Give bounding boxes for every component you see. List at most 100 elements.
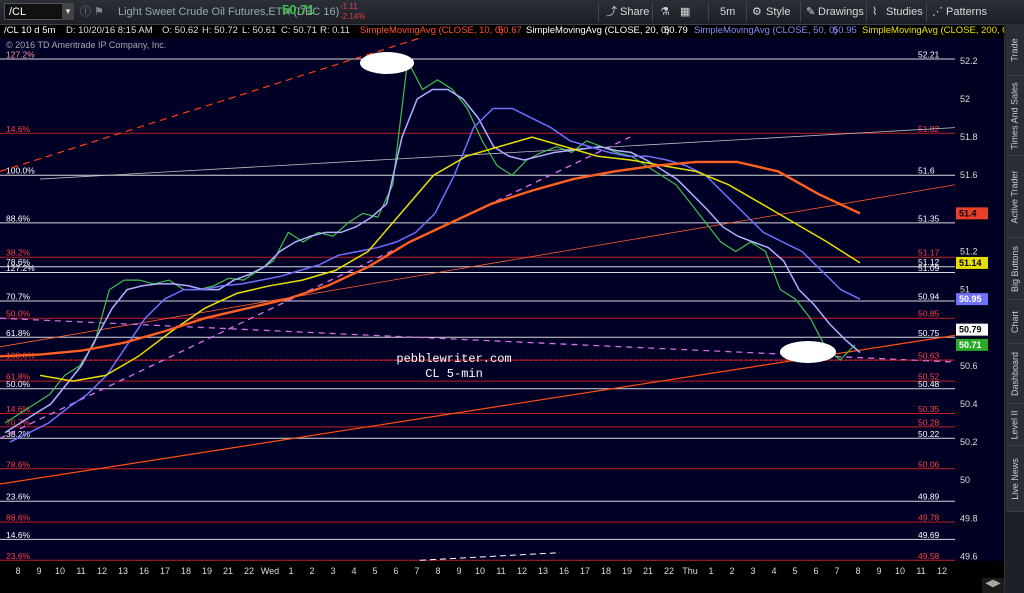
sma50-label[interactable]: SimpleMovingAvg (CLOSE, 50, 0) bbox=[694, 25, 837, 36]
fib-price-label: 49.89 bbox=[918, 492, 940, 502]
timeframe-button[interactable]: 5m bbox=[720, 4, 735, 20]
fib-price-label: 50.75 bbox=[918, 328, 940, 338]
time-axis-label: 16 bbox=[139, 566, 149, 576]
price-axis-label: 50.6 bbox=[960, 361, 978, 371]
price-axis-label: 49.6 bbox=[960, 551, 978, 561]
drawings-button[interactable]: Drawings bbox=[818, 4, 864, 20]
flask-icon[interactable]: ⚗ bbox=[660, 4, 670, 20]
side-tab-label: Big Buttons bbox=[1010, 245, 1020, 292]
side-tab-level-ii[interactable]: Level II bbox=[1006, 404, 1024, 446]
time-axis-label: 1 bbox=[708, 566, 713, 576]
side-tab-times-and-sales[interactable]: Times And Sales bbox=[1006, 76, 1024, 156]
fib-price-label: 50.28 bbox=[918, 417, 940, 427]
side-panel: Trade Times And Sales Active Trader Big But… bbox=[1004, 24, 1024, 593]
time-axis-label: 16 bbox=[559, 566, 569, 576]
share-button[interactable]: Share bbox=[620, 4, 649, 20]
side-tab-label: Live News bbox=[1010, 457, 1021, 500]
time-axis-label: 11 bbox=[496, 566, 505, 576]
time-axis-label: 7 bbox=[414, 566, 419, 576]
side-tab-live-news[interactable]: Live News bbox=[1006, 446, 1024, 512]
fib-pct-label: 127.2% bbox=[6, 263, 35, 273]
fib-pct-label: 23.6% bbox=[6, 551, 31, 561]
time-axis-label: 5 bbox=[792, 566, 797, 576]
time-axis-label: 9 bbox=[36, 566, 41, 576]
trading-app: /CL ▼ ⓘ ⚑ Light Sweet Crude Oil Futures,… bbox=[0, 0, 1024, 593]
style-icon[interactable]: ⚙ bbox=[752, 4, 762, 20]
time-axis-label: 10 bbox=[55, 566, 65, 576]
fib-price-label: 50.63 bbox=[918, 351, 940, 361]
price-tag-label: 50.71 bbox=[959, 340, 982, 350]
side-tab-label: Dashboard bbox=[1010, 351, 1020, 396]
side-tab-label: Times And Sales bbox=[1010, 81, 1021, 150]
bar-high: H: 50.72 bbox=[202, 25, 238, 36]
time-axis-label: 3 bbox=[750, 566, 755, 576]
fib-price-label: 49.58 bbox=[918, 551, 940, 561]
time-axis-label: 10 bbox=[475, 566, 485, 576]
fib-pct-label: 14.6% bbox=[6, 124, 31, 134]
time-axis-label: 6 bbox=[813, 566, 818, 576]
sma20-label[interactable]: SimpleMovingAvg (CLOSE, 20, 0) bbox=[526, 25, 669, 36]
price-axis-label: 51.8 bbox=[960, 132, 978, 142]
side-tab-chart[interactable]: Chart bbox=[1006, 300, 1024, 344]
time-axis-label: 13 bbox=[118, 566, 128, 576]
fib-pct-label: 14.6% bbox=[6, 530, 31, 540]
fib-price-label: 50.06 bbox=[918, 459, 940, 469]
fib-pct-label: 78.6% bbox=[6, 459, 31, 469]
side-tab-active-trader[interactable]: Active Trader bbox=[1006, 156, 1024, 238]
time-axis-label: 8 bbox=[15, 566, 20, 576]
chart-scroll-button[interactable]: ◀▶ bbox=[982, 578, 1004, 593]
sma200-label[interactable]: SimpleMovingAvg (CLOSE, 200, 0) bbox=[862, 25, 1004, 36]
price-axis-label: 52.2 bbox=[960, 56, 978, 66]
fib-price-label: 49.69 bbox=[918, 530, 940, 540]
style-button[interactable]: Style bbox=[766, 4, 790, 20]
sma10-value: 50.67 bbox=[498, 25, 522, 36]
fib-pct-label: 50.0% bbox=[6, 379, 31, 389]
last-price: 50.71 bbox=[282, 2, 315, 17]
fib-pct-label: 88.6% bbox=[6, 213, 31, 223]
info-icon[interactable]: ⓘ bbox=[80, 4, 91, 20]
fib-price-label: 51.09 bbox=[918, 263, 940, 273]
grid-icon[interactable]: ▦ bbox=[680, 4, 690, 20]
share-icon[interactable]: ⤴ bbox=[606, 4, 617, 20]
price-tag-label: 50.95 bbox=[959, 294, 982, 304]
side-tab-big-buttons[interactable]: Big Buttons bbox=[1006, 238, 1024, 300]
patterns-icon[interactable]: ⋰ bbox=[932, 4, 943, 20]
time-axis-label: 5 bbox=[372, 566, 377, 576]
patterns-button[interactable]: Patterns bbox=[946, 4, 987, 20]
time-axis-label: 6 bbox=[393, 566, 398, 576]
studies-button[interactable]: Studies bbox=[886, 4, 923, 20]
price-axis-label: 52 bbox=[960, 94, 970, 104]
watermark-line2: CL 5-min bbox=[425, 367, 483, 381]
highlight-ellipse-top bbox=[360, 52, 414, 74]
fib-pct-label: 61.8% bbox=[6, 328, 31, 338]
fib-pct-label: 70.7% bbox=[6, 292, 31, 302]
sma10-label[interactable]: SimpleMovingAvg (CLOSE, 10, 0) bbox=[360, 25, 503, 36]
fib-price-label: 51.6 bbox=[918, 166, 935, 176]
studies-icon[interactable]: ⌇ bbox=[872, 4, 877, 20]
side-tab-trade[interactable]: Trade bbox=[1006, 24, 1024, 76]
symbol-dropdown[interactable]: ▼ bbox=[62, 3, 74, 20]
sma50-value: 50.95 bbox=[833, 25, 857, 36]
time-axis-label: 12 bbox=[517, 566, 527, 576]
time-axis-label: 18 bbox=[601, 566, 611, 576]
time-axis-label: 4 bbox=[351, 566, 356, 576]
time-axis-label: 18 bbox=[181, 566, 191, 576]
copyright-text: © 2016 TD Ameritrade IP Company, Inc. bbox=[6, 40, 166, 50]
price-chart[interactable]: 127.2% 52.21 14.6% 51.82 100.0% 51.6 88.6% 51.3… bbox=[0, 38, 1004, 578]
bar-close: C: 50.71 bbox=[281, 25, 317, 36]
time-axis-label: 4 bbox=[771, 566, 776, 576]
fib-price-label: 49.78 bbox=[918, 513, 940, 523]
chart-svg[interactable]: 127.2% 52.2114.6% 51.82100.0% 51.688.6% 51.3… bbox=[0, 38, 1004, 578]
price-axis-label: 49.8 bbox=[960, 513, 978, 523]
time-axis-label: 12 bbox=[937, 566, 947, 576]
drawings-icon[interactable]: ✎ bbox=[806, 4, 815, 20]
price-axis[interactable] bbox=[955, 38, 1004, 578]
price-change: -1.11 bbox=[340, 2, 358, 11]
side-tab-dashboard[interactable]: Dashboard bbox=[1006, 344, 1024, 404]
time-axis-label: 9 bbox=[456, 566, 461, 576]
flag-icon[interactable]: ⚑ bbox=[94, 4, 104, 20]
fib-pct-label: 100.0% bbox=[6, 166, 35, 176]
fib-price-label: 50.35 bbox=[918, 404, 940, 414]
time-axis-label: 12 bbox=[97, 566, 107, 576]
time-axis-label: 19 bbox=[202, 566, 212, 576]
